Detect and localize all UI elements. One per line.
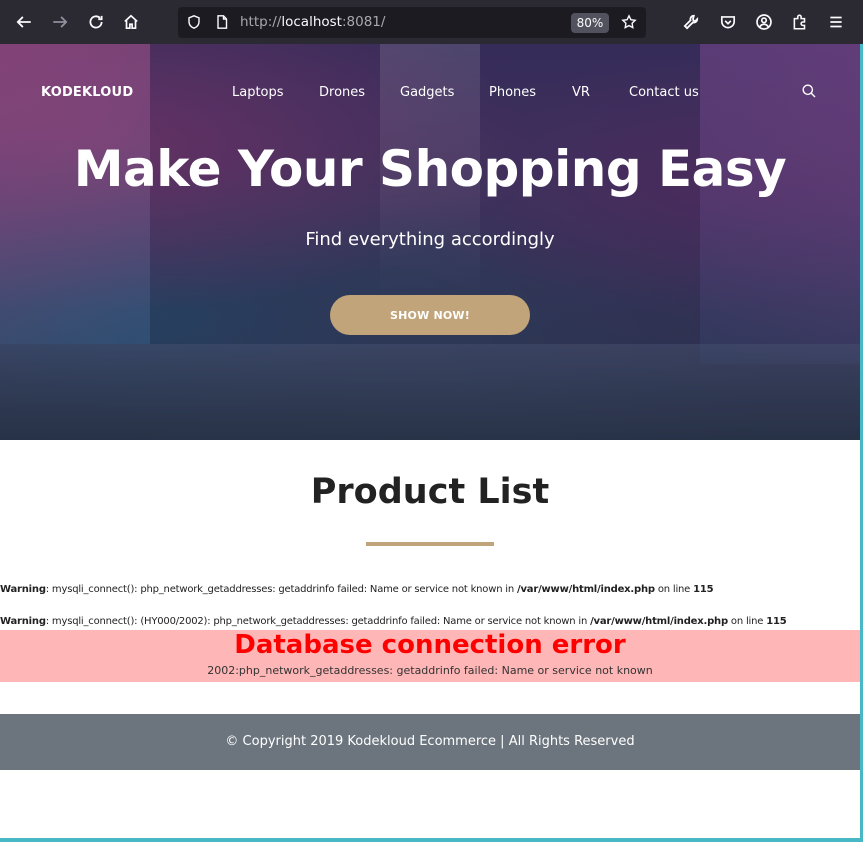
- reload-icon[interactable]: [82, 8, 110, 36]
- wrench-icon[interactable]: [677, 8, 705, 36]
- warning-label: Warning: [0, 616, 46, 627]
- warning-message: : mysqli_connect(): php_network_getaddre…: [45, 584, 518, 595]
- title-divider: [366, 542, 494, 546]
- menu-icon[interactable]: [822, 8, 850, 36]
- database-error-message: 2002:php_network_getaddresses: getaddrin…: [207, 664, 653, 677]
- warning-line: 115: [693, 584, 714, 595]
- warning-label: Warning: [0, 584, 46, 595]
- site-footer: © Copyright 2019 Kodekloud Ecommerce | A…: [0, 714, 860, 770]
- url-port-path: :8081/: [341, 14, 386, 30]
- site-brand-logo[interactable]: KODEKLOUD: [41, 85, 133, 100]
- url-text[interactable]: http://localhost:8081/: [240, 14, 385, 30]
- search-icon[interactable]: [801, 83, 819, 101]
- window-edge-bottom: [0, 838, 863, 842]
- extensions-icon[interactable]: [786, 8, 814, 36]
- nav-item-contact-us[interactable]: Contact us: [629, 85, 699, 100]
- pocket-icon[interactable]: [714, 8, 742, 36]
- url-bar[interactable]: http://localhost:8081/ 80%: [178, 7, 646, 38]
- php-warning-2: Warning: mysqli_connect(): (HY000/2002):…: [0, 616, 787, 627]
- url-scheme: http://: [240, 14, 282, 30]
- nav-item-drones[interactable]: Drones: [319, 85, 365, 100]
- url-host: localhost: [281, 14, 342, 30]
- page-icon[interactable]: [213, 13, 231, 31]
- database-error-box: Database connection error 2002:php_netwo…: [0, 630, 860, 682]
- shield-icon[interactable]: [185, 13, 203, 31]
- footer-copyright: © Copyright 2019 Kodekloud Ecommerce | A…: [225, 734, 635, 749]
- bookmark-star-icon[interactable]: [620, 13, 638, 31]
- hero-backdrop-street: [0, 344, 860, 440]
- nav-item-laptops[interactable]: Laptops: [232, 85, 284, 100]
- warning-online: on line: [727, 616, 767, 627]
- account-icon[interactable]: [750, 8, 778, 36]
- show-now-button[interactable]: SHOW NOW!: [330, 295, 530, 335]
- php-warning-1: Warning: mysqli_connect(): php_network_g…: [0, 584, 714, 595]
- browser-toolbar: http://localhost:8081/ 80%: [0, 0, 863, 44]
- database-error-title: Database connection error: [234, 630, 626, 660]
- nav-item-vr[interactable]: VR: [572, 85, 590, 100]
- back-icon[interactable]: [10, 8, 38, 36]
- warning-file: /var/www/html/index.php: [517, 584, 655, 595]
- hero-subtitle: Find everything accordingly: [305, 229, 555, 250]
- zoom-level-badge[interactable]: 80%: [571, 13, 609, 33]
- nav-item-gadgets[interactable]: Gadgets: [400, 85, 454, 100]
- nav-item-phones[interactable]: Phones: [489, 85, 536, 100]
- warning-online: on line: [654, 584, 694, 595]
- product-list-title: Product List: [310, 472, 550, 512]
- warning-message: : mysqli_connect(): (HY000/2002): php_ne…: [45, 616, 591, 627]
- hero-backdrop-right: [700, 44, 860, 364]
- hero-banner: KODEKLOUD Laptops Drones Gadgets Phones …: [0, 44, 860, 440]
- hero-title: Make Your Shopping Easy: [73, 140, 787, 198]
- forward-icon[interactable]: [46, 8, 74, 36]
- warning-line: 115: [766, 616, 787, 627]
- web-page: KODEKLOUD Laptops Drones Gadgets Phones …: [0, 44, 860, 838]
- home-icon[interactable]: [117, 8, 145, 36]
- warning-file: /var/www/html/index.php: [590, 616, 728, 627]
